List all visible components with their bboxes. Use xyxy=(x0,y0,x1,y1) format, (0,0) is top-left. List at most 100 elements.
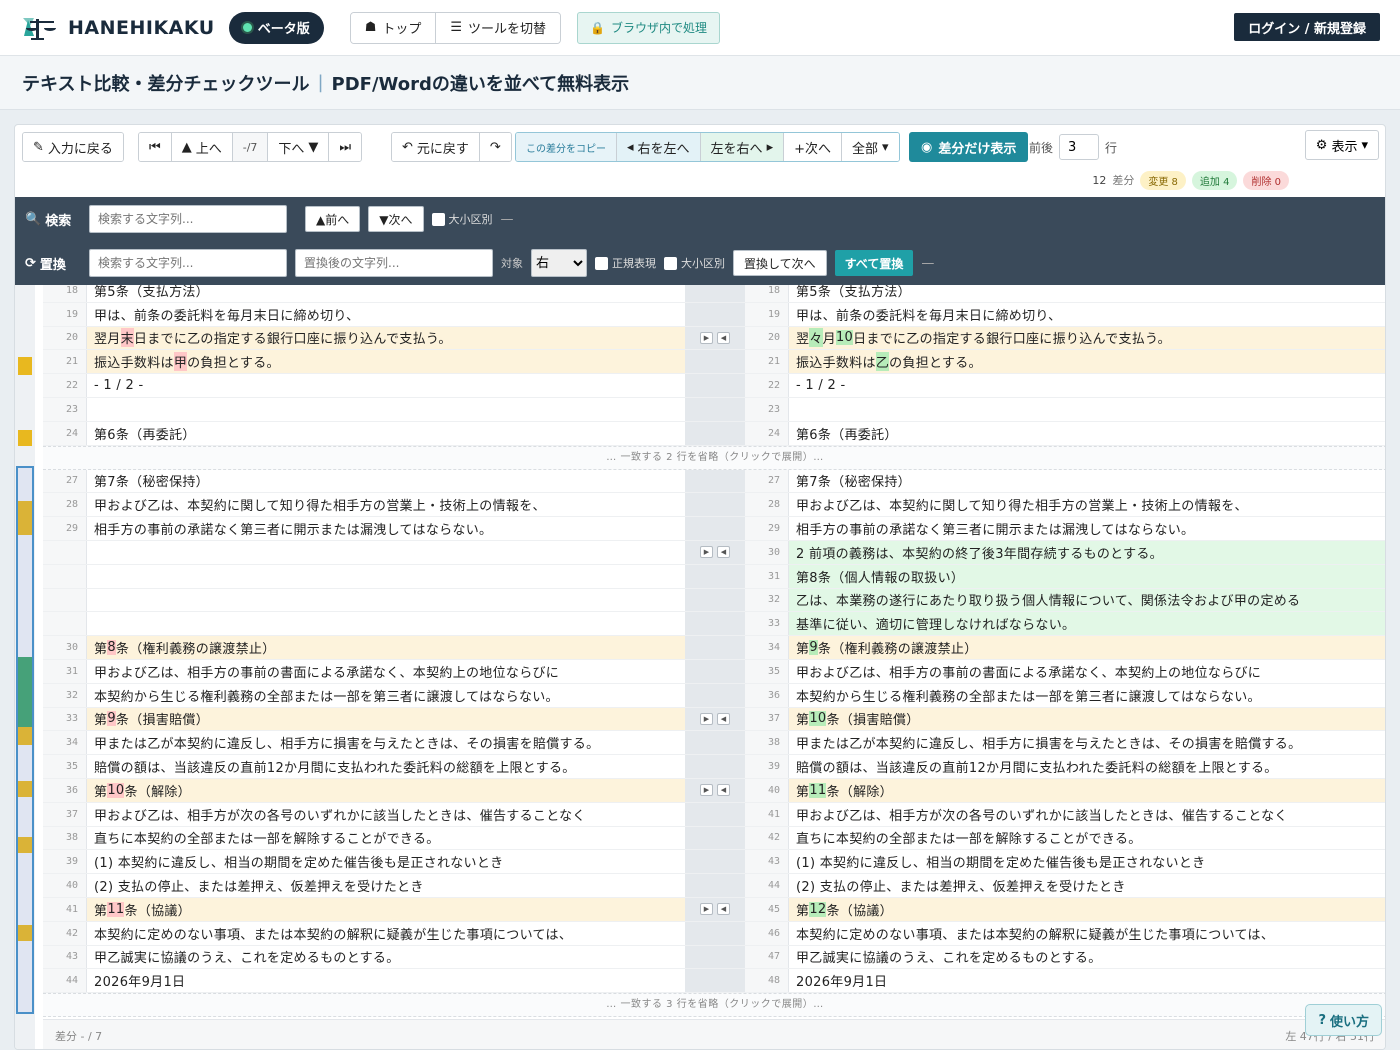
copy-to-left-icon[interactable]: ◀ xyxy=(717,784,730,797)
back-to-input-button[interactable]: ✎ 入力に戻る xyxy=(23,133,123,161)
diff-gutter xyxy=(685,636,745,659)
left-line-number: 39 xyxy=(43,850,87,874)
replace-find-input[interactable] xyxy=(89,249,287,277)
diff-highlight: 11 xyxy=(107,901,125,917)
first-diff-button[interactable]: ⏮ xyxy=(139,133,171,161)
diff-total-label: 差分 xyxy=(1112,174,1135,187)
search-case-checkbox[interactable]: 大小区別 xyxy=(431,211,493,227)
target-icon: ◉ xyxy=(921,139,933,155)
regex-checkbox[interactable]: 正規表現 xyxy=(595,255,656,271)
collapsed-lines-fold[interactable]: … 一致する 3 行を省略（クリックで展開）… xyxy=(43,993,1385,1018)
search-prev-button[interactable]: ▲前へ xyxy=(305,206,361,232)
diff-counter: -/7 xyxy=(231,133,268,161)
redo-button[interactable]: ↷ xyxy=(478,133,511,161)
left-line-text: 第 8 条（権利義務の譲渡禁止） xyxy=(87,636,685,659)
show-diff-only-button[interactable]: ◉ 差分だけ表示 xyxy=(909,132,1029,162)
left-line-text: 賠償の額は、当該違反の直前12か月間に支払われた委託料の総額を上限とする。 xyxy=(94,761,576,777)
prev-diff-button[interactable]: ▲ 上へ xyxy=(170,133,232,161)
replace-bar: ⟳置換 対象 右 正規表現 大小区別 置換して次へ すべて置換 — xyxy=(15,241,1385,285)
right-line-number: 28 xyxy=(745,493,789,517)
copy-to-right-icon[interactable]: ▶ xyxy=(700,712,713,725)
diff-row: 31 第8条（個人情報の取扱い） xyxy=(43,564,1385,589)
undo-button[interactable]: ↶ 元に戻す xyxy=(392,133,479,161)
login-button[interactable]: ログイン / 新規登録 xyxy=(1234,13,1380,41)
diff-row: 40 (2) 支払の停止、または差押え、仮差押えを受けたとき 44 (2) 支払の停止… xyxy=(43,874,1385,898)
nav-switch-tool-button[interactable]: ☰ ツールを切替 xyxy=(435,12,561,43)
search-input[interactable] xyxy=(89,205,287,233)
diff-row: 34 甲または乙が本契約に違反し、相手方に損害を与えたときは、その損害を賠償する。… xyxy=(43,731,1385,756)
copy-all-button[interactable]: 全部 ▾ xyxy=(841,133,899,161)
left-line-text: 甲および乙は、相手方の事前の書面による承諾なく、本契約上の地位ならびに xyxy=(94,665,560,681)
right-line-text: 第 10 条（損害賠償） xyxy=(789,707,1385,731)
nav-top-button[interactable]: ☗ トップ xyxy=(350,12,436,43)
replace-next-button[interactable]: 置換して次へ xyxy=(733,250,827,276)
right-line-text: 第5条（支払方法） xyxy=(796,285,911,300)
replace-all-button[interactable]: すべて置換 xyxy=(834,250,914,276)
footer-diff-position: 差分 - / 7 xyxy=(55,1029,103,1043)
copy-to-right-icon[interactable]: ▶ xyxy=(700,546,713,559)
right-line-text: 2 前項の義務は、本契約の終了後3年間存続するものとする。 xyxy=(789,541,1385,564)
last-diff-button[interactable]: ⏭ xyxy=(328,133,362,161)
added-badge: 追加 4 xyxy=(1191,170,1238,190)
replace-target-select[interactable]: 右 xyxy=(531,249,587,277)
left-line-text: 甲は、前条の委託料を毎月末日に締め切り、 xyxy=(94,308,360,324)
right-line-text: (1) 本契約に違反し、相当の期間を定めた催告後も是正されないとき xyxy=(796,856,1206,872)
replace-case-checkbox[interactable]: 大小区別 xyxy=(664,255,725,271)
search-next-button[interactable]: ▼次へ xyxy=(368,206,424,232)
next-diff-label: 下へ xyxy=(278,141,305,157)
diff-gutter: ▶ ◀ xyxy=(685,541,745,564)
diff-highlight: 9 xyxy=(107,711,116,727)
right-line-number: 37 xyxy=(745,707,789,731)
left-line-text: 甲および乙は、本契約に関して知り得た相手方の営業上・技術上の情報を、 xyxy=(94,499,546,515)
right-line-number: 32 xyxy=(745,588,789,612)
context-lines-input[interactable] xyxy=(1059,134,1100,160)
show-diff-only-label: 差分だけ表示 xyxy=(938,141,1017,157)
right-line-number: 36 xyxy=(745,683,789,707)
diff-gutter xyxy=(685,285,745,302)
minimap-marker-changed[interactable] xyxy=(18,430,32,446)
left-line-number: 27 xyxy=(43,469,87,493)
left-line-text xyxy=(87,612,685,636)
search-result-status: — xyxy=(500,211,514,227)
copy-to-right-icon[interactable]: ▶ xyxy=(700,903,713,916)
right-line-number: 18 xyxy=(745,285,789,302)
left-line-number: 29 xyxy=(43,517,87,540)
copy-left-to-right-button[interactable]: 左を右へ ▸ xyxy=(699,133,784,161)
copy-all-label: 全部 xyxy=(852,141,879,157)
minimap-marker-changed[interactable] xyxy=(18,357,32,375)
diff-row: 19 甲は、前条の委託料を毎月末日に締め切り、 19 甲は、前条の委託料を毎月末日に締… xyxy=(43,302,1385,327)
right-line-number: 41 xyxy=(745,802,789,826)
right-line-number: 29 xyxy=(745,517,789,540)
right-line-text: 基準に従い、適切に管理しなければならない。 xyxy=(789,612,1385,636)
view-options-button[interactable]: ⚙ 表示 ▾ xyxy=(1304,130,1379,160)
copy-to-left-icon[interactable]: ◀ xyxy=(717,903,730,916)
replace-with-input[interactable] xyxy=(295,249,493,277)
diff-highlight: 10 xyxy=(809,711,827,727)
diff-row: 24 第6条（再委託） 24 第6条（再委託） xyxy=(43,421,1385,446)
right-line-text: 第 9 条（権利義務の譲渡禁止） xyxy=(789,636,1385,659)
minimap-viewport[interactable] xyxy=(16,466,34,1014)
checkbox-icon xyxy=(664,256,677,270)
right-line-number: 31 xyxy=(745,564,789,588)
copy-to-left-icon[interactable]: ◀ xyxy=(717,331,730,344)
status-dot-icon xyxy=(242,23,252,32)
copy-to-right-icon[interactable]: ▶ xyxy=(700,331,713,344)
diff-row: 21 振込手数料は甲の負担とする。 21 振込手数料は乙の負担とする。 xyxy=(43,350,1385,375)
logo[interactable]: HANEHIKAKU xyxy=(20,14,215,42)
logo-text: HANEHIKAKU xyxy=(68,16,215,39)
plus-next-button[interactable]: +次へ xyxy=(783,133,841,161)
diff-gutter xyxy=(685,421,745,445)
right-line-text: 甲および乙は、相手方が次の各号のいずれかに該当したときは、催告することなく xyxy=(796,808,1288,824)
browser-processing-label: ブラウザ内で処理 xyxy=(611,21,708,35)
diff-minimap[interactable] xyxy=(15,285,35,1049)
page-subtitle: PDF/Wordの違いを並べて無料表示 xyxy=(331,73,630,95)
copy-to-left-icon[interactable]: ◀ xyxy=(717,712,730,725)
copy-to-right-icon[interactable]: ▶ xyxy=(700,784,713,797)
search-prev-label: 前へ xyxy=(325,212,350,227)
copy-to-left-icon[interactable]: ◀ xyxy=(717,546,730,559)
next-diff-button[interactable]: 下へ ▼ xyxy=(267,133,329,161)
help-button[interactable]: ? 使い方 xyxy=(1305,1004,1382,1036)
copy-right-to-left-button[interactable]: ◂ 右を左へ xyxy=(616,133,700,161)
collapsed-lines-fold[interactable]: … 一致する 2 行を省略（クリックで展開）… xyxy=(43,445,1385,470)
diff-view: 18 第5条（支払方法） 18 第5条（支払方法） 19 甲は、前条の委託料を毎月末日に締… xyxy=(15,285,1385,1049)
